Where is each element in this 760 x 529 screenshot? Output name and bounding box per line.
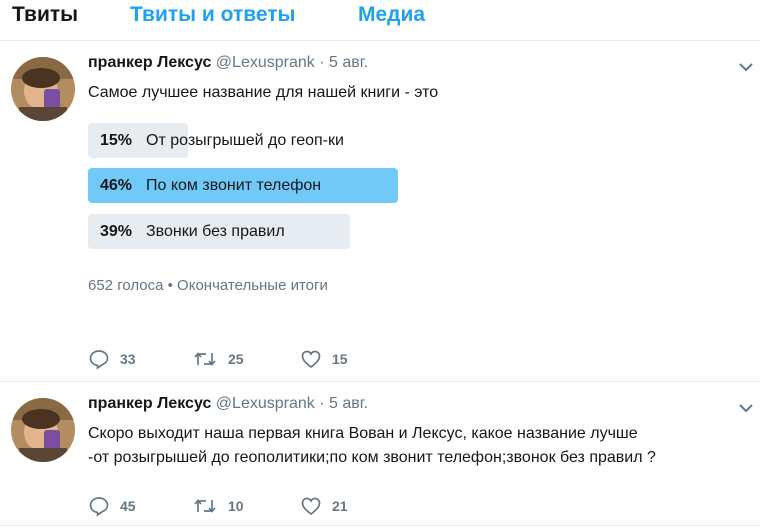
like-count: 15 — [332, 351, 348, 367]
reply-count: 33 — [120, 351, 136, 367]
like-button[interactable]: 15 — [300, 347, 348, 371]
reply-count: 45 — [120, 498, 136, 514]
tweet-date[interactable]: 5 авг. — [329, 395, 368, 412]
reply-icon — [89, 350, 109, 370]
tweet-header: пранкер Лексус @Lexusprank · 5 авг. — [88, 395, 368, 413]
retweet-icon — [194, 352, 216, 366]
poll-option[interactable]: 39% Звонки без правил — [88, 214, 350, 249]
chevron-down-icon[interactable] — [738, 402, 754, 414]
tab-tweets[interactable]: Твиты — [12, 3, 78, 27]
tab-media[interactable]: Медиа — [358, 3, 425, 27]
poll-summary: 652 голоса • Окончательные итоги — [88, 277, 328, 294]
poll-option-label: Звонки без правил — [146, 223, 285, 240]
poll-option-percent: 39% — [100, 223, 133, 240]
author-handle: @Lexusprank — [215, 395, 315, 412]
avatar-image — [11, 57, 75, 121]
poll-option-winner[interactable]: 46% По ком звонит телефон — [88, 168, 398, 203]
poll-option[interactable]: 15% От розыгрышей до геоп-ки — [88, 123, 344, 158]
profile-tabs: Твиты Твиты и ответы Медиа — [0, 0, 760, 41]
author-name[interactable]: пранкер Лексус — [88, 54, 211, 71]
reply-icon — [89, 497, 109, 517]
chevron-down-icon[interactable] — [738, 61, 754, 73]
heart-icon — [301, 350, 321, 369]
retweet-count: 10 — [228, 498, 244, 514]
like-button[interactable]: 21 — [300, 494, 348, 518]
reply-button[interactable]: 45 — [88, 494, 136, 518]
poll-option-label: По ком звонит телефон — [146, 177, 322, 194]
tweet-text: Скоро выходит наша первая книга Вован и … — [88, 422, 748, 470]
retweet-icon — [194, 499, 216, 513]
like-count: 21 — [332, 498, 348, 514]
tab-tweets-and-replies[interactable]: Твиты и ответы — [130, 3, 296, 27]
tweet[interactable]: пранкер Лексус @Lexusprank · 5 авг. Само… — [0, 41, 760, 382]
tweet-text-line: -от розыгрышей до геополитики;по ком зво… — [88, 449, 656, 466]
author-handle: @Lexusprank — [215, 54, 315, 71]
tweet-text: Самое лучшее название для нашей книги - … — [88, 84, 439, 101]
reply-button[interactable]: 33 — [88, 347, 136, 371]
tweet-actions: 45 10 21 — [88, 494, 388, 518]
avatar[interactable] — [11, 398, 75, 462]
author-name[interactable]: пранкер Лексус — [88, 395, 211, 412]
tweet[interactable]: пранкер Лексус @Lexusprank · 5 авг. Скор… — [0, 382, 760, 526]
tweet-actions: 33 25 15 — [88, 347, 388, 371]
separator: · — [319, 54, 325, 71]
tweet-date[interactable]: 5 авг. — [329, 54, 368, 71]
tweet-header: пранкер Лексус @Lexusprank · 5 авг. — [88, 54, 368, 72]
poll-option-percent: 46% — [100, 177, 133, 194]
retweet-count: 25 — [228, 351, 244, 367]
retweet-button[interactable]: 25 — [192, 347, 244, 371]
poll-option-percent: 15% — [100, 132, 133, 149]
separator: · — [319, 395, 325, 412]
avatar[interactable] — [11, 57, 75, 121]
retweet-button[interactable]: 10 — [192, 494, 244, 518]
avatar-image — [11, 398, 75, 462]
heart-icon — [301, 497, 321, 516]
tweet-text-line: Скоро выходит наша первая книга Вован и … — [88, 425, 638, 442]
poll-option-label: От розыгрышей до геоп-ки — [146, 132, 344, 149]
